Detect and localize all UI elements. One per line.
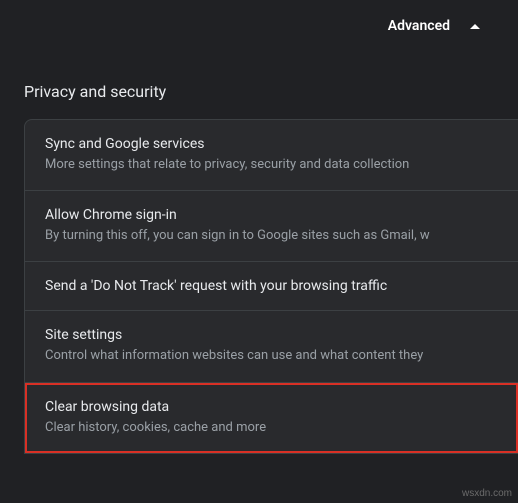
allow-chrome-signin-item[interactable]: Allow Chrome sign-in By turning this off… bbox=[25, 191, 518, 262]
item-title: Send a 'Do Not Track' request with your … bbox=[45, 278, 498, 294]
site-settings-item[interactable]: Site settings Control what information w… bbox=[25, 311, 518, 382]
advanced-label: Advanced bbox=[388, 18, 450, 34]
section-title: Privacy and security bbox=[0, 34, 518, 119]
item-subtitle: More settings that relate to privacy, se… bbox=[45, 156, 498, 174]
watermark: wsxdn.com bbox=[462, 488, 512, 499]
item-subtitle: Control what information websites can us… bbox=[45, 347, 498, 365]
privacy-settings-list: Sync and Google services More settings t… bbox=[24, 119, 518, 454]
clear-browsing-data-item[interactable]: Clear browsing data Clear history, cooki… bbox=[25, 383, 518, 453]
item-subtitle: By turning this off, you can sign in to … bbox=[45, 227, 498, 245]
item-title: Clear browsing data bbox=[45, 399, 498, 415]
advanced-section-toggle[interactable]: Advanced bbox=[0, 0, 518, 34]
do-not-track-item[interactable]: Send a 'Do Not Track' request with your … bbox=[25, 262, 518, 311]
sync-google-services-item[interactable]: Sync and Google services More settings t… bbox=[25, 120, 518, 191]
item-title: Site settings bbox=[45, 327, 498, 343]
item-title: Allow Chrome sign-in bbox=[45, 207, 498, 223]
chevron-up-icon bbox=[470, 24, 480, 29]
item-title: Sync and Google services bbox=[45, 136, 498, 152]
item-subtitle: Clear history, cookies, cache and more bbox=[45, 419, 498, 437]
